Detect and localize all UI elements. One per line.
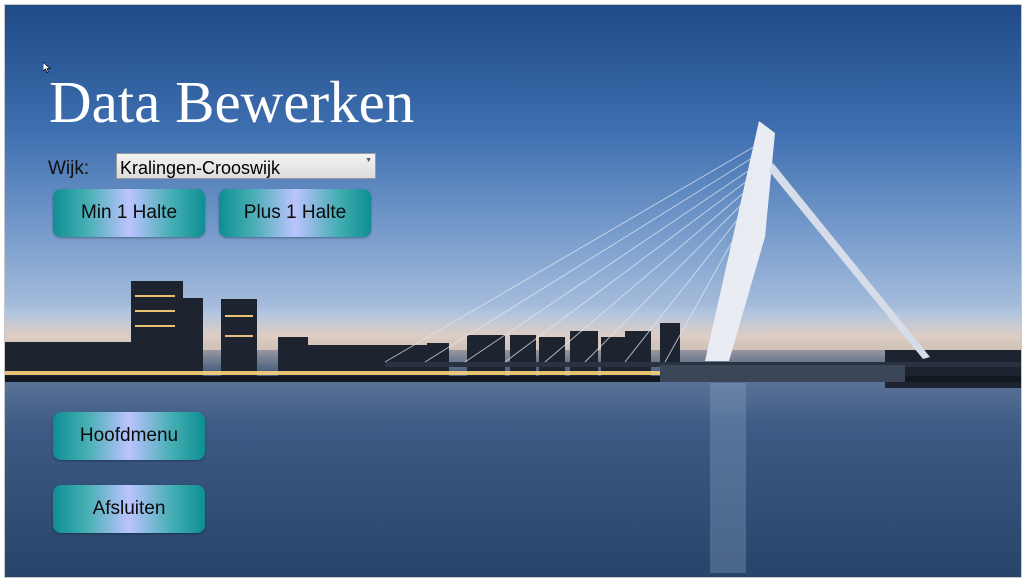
- mouse-cursor-icon: [43, 62, 51, 73]
- afsluiten-button[interactable]: Afsluiten: [53, 485, 205, 533]
- chevron-down-icon[interactable]: ▼: [365, 157, 372, 164]
- plus-halte-button[interactable]: Plus 1 Halte: [219, 189, 371, 237]
- wijk-select[interactable]: Kralingen-Crooswijk ▼: [116, 153, 376, 179]
- wijk-select-value: Kralingen-Crooswijk: [120, 158, 281, 178]
- min-halte-button[interactable]: Min 1 Halte: [53, 189, 205, 237]
- wijk-label: Wijk:: [48, 158, 90, 179]
- app-window: Data Bewerken Wijk: Kralingen-Crooswijk …: [4, 4, 1022, 578]
- page-title: Data Bewerken: [49, 69, 415, 135]
- hoofdmenu-button[interactable]: Hoofdmenu: [53, 412, 205, 460]
